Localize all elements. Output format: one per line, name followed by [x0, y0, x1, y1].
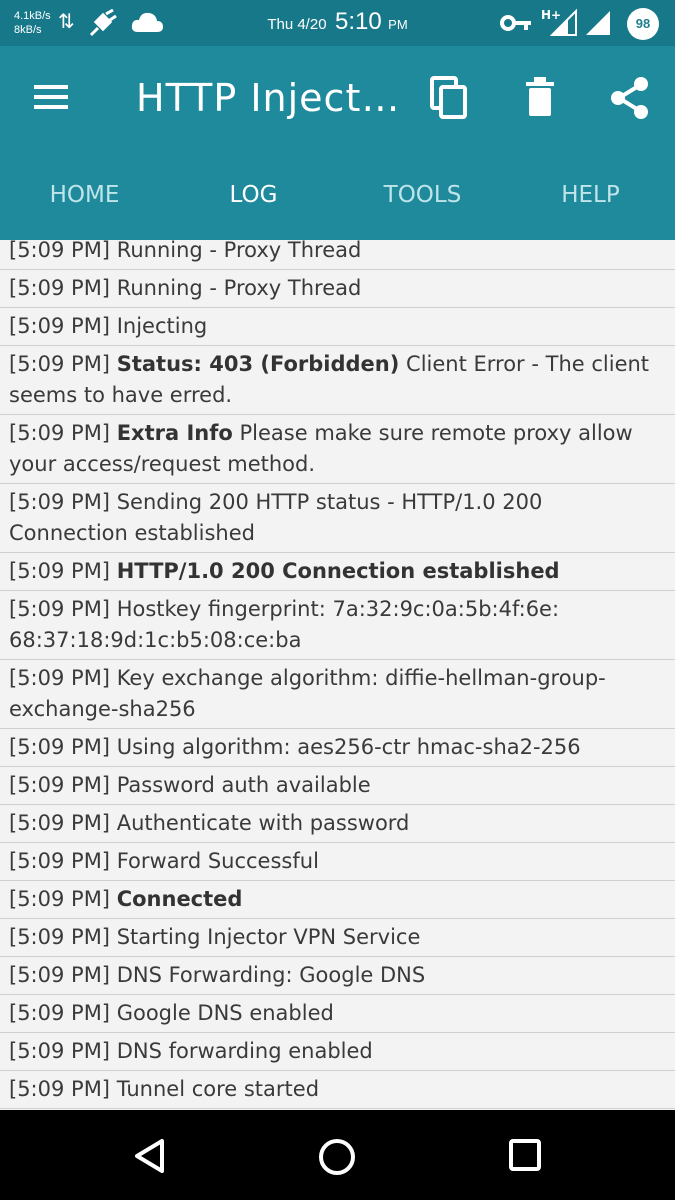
log-entry: [5:09 PM] Sending 200 HTTP status - HTTP…: [0, 484, 675, 553]
log-message: DNS forwarding enabled: [116, 1039, 373, 1063]
log-entry: [5:09 PM] Authenticate with password: [0, 805, 675, 843]
log-message: Password auth available: [116, 773, 371, 797]
log-timestamp: [5:09 PM]: [9, 849, 111, 873]
home-icon[interactable]: [316, 1136, 358, 1178]
share-icon[interactable]: [608, 76, 652, 120]
tab-home[interactable]: HOME: [0, 166, 169, 240]
status-date: Thu 4/20: [267, 16, 327, 33]
recents-icon[interactable]: [506, 1136, 544, 1174]
tab-help[interactable]: HELP: [506, 166, 675, 240]
status-time: 5:10: [335, 8, 382, 35]
log-message: Authenticate with password: [116, 811, 410, 835]
log-entry: [5:09 PM] Injecting: [0, 308, 675, 346]
log-list[interactable]: [5:09 PM] Running - Proxy Thread [5:09 PM…: [0, 240, 675, 1110]
log-timestamp: [5:09 PM]: [9, 276, 111, 300]
log-entry: [5:09 PM] DNS forwarding enabled: [0, 1033, 675, 1071]
log-emphasis: Connected: [116, 887, 243, 911]
log-entry: [5:09 PM] Hostkey fingerprint: 7a:32:9c:…: [0, 591, 675, 660]
log-entry: [5:09 PM] HTTP/1.0 200 Connection establ…: [0, 553, 675, 591]
log-entry: [5:09 PM] Google DNS enabled: [0, 995, 675, 1033]
log-entry: [5:09 PM] Forward Successful: [0, 843, 675, 881]
log-entry: [5:09 PM] Running - Proxy Thread: [0, 270, 675, 308]
log-entry: [5:09 PM] DNS Forwarding: Google DNS: [0, 957, 675, 995]
log-timestamp: [5:09 PM]: [9, 1077, 111, 1101]
app-title: HTTP Inject…: [136, 76, 396, 120]
log-timestamp: [5:09 PM]: [9, 735, 111, 759]
log-timestamp: [5:09 PM]: [9, 773, 111, 797]
log-timestamp: [5:09 PM]: [9, 1001, 111, 1025]
key-icon: [500, 15, 531, 31]
log-message: DNS Forwarding: Google DNS: [116, 963, 426, 987]
log-message: Running - Proxy Thread: [116, 276, 362, 300]
delete-icon[interactable]: [524, 76, 556, 120]
copy-icon[interactable]: [428, 76, 470, 120]
back-icon[interactable]: [130, 1136, 170, 1176]
log-timestamp: [5:09 PM]: [9, 421, 111, 445]
log-timestamp: [5:09 PM]: [9, 240, 111, 262]
signal-icon: [586, 11, 610, 35]
log-emphasis: HTTP/1.0 200 Connection established: [116, 559, 560, 583]
log-message: Tunnel core started: [116, 1077, 320, 1101]
log-emphasis: Status: 403 (Forbidden): [116, 352, 400, 376]
log-timestamp: [5:09 PM]: [9, 314, 111, 338]
log-message: Using algorithm: aes256-ctr hmac-sha2-25…: [116, 735, 581, 759]
status-ampm: PM: [388, 17, 408, 32]
log-timestamp: [5:09 PM]: [9, 1039, 111, 1063]
signal-icon: [550, 8, 577, 36]
log-entry: [5:09 PM] Tunnel core started: [0, 1071, 675, 1109]
log-message: Injecting: [116, 314, 208, 338]
log-timestamp: [5:09 PM]: [9, 887, 111, 911]
log-entry: [5:09 PM] Running - Proxy Thread: [0, 240, 675, 270]
app-bar: HTTP Inject… HOME LOG TOOLS HELP: [0, 46, 675, 240]
log-timestamp: [5:09 PM]: [9, 559, 111, 583]
tab-bar: HOME LOG TOOLS HELP: [0, 166, 675, 240]
log-timestamp: [5:09 PM]: [9, 925, 111, 949]
log-emphasis: Extra Info: [116, 421, 233, 445]
log-entry: [5:09 PM] Key exchange algorithm: diffie…: [0, 660, 675, 729]
log-timestamp: [5:09 PM]: [9, 352, 111, 376]
log-timestamp: [5:09 PM]: [9, 597, 111, 621]
tab-tools[interactable]: TOOLS: [338, 166, 507, 240]
menu-icon[interactable]: [34, 82, 72, 112]
log-timestamp: [5:09 PM]: [9, 490, 111, 514]
log-entry: [5:09 PM] Starting Injector VPN Service: [0, 919, 675, 957]
log-entry: [5:09 PM] Extra Info Please make sure re…: [0, 415, 675, 484]
log-entry: [5:09 PM] Password auth available: [0, 767, 675, 805]
log-message: Google DNS enabled: [116, 1001, 334, 1025]
log-timestamp: [5:09 PM]: [9, 811, 111, 835]
log-timestamp: [5:09 PM]: [9, 666, 111, 690]
log-message: Running - Proxy Thread: [116, 240, 362, 262]
tab-log[interactable]: LOG: [169, 166, 338, 240]
status-bar: 4.1kB/s 8kB/s ⇅ Thu 4/20 5:10 PM H+ 98: [0, 0, 675, 46]
navigation-bar: [0, 1110, 675, 1200]
log-entry: [5:09 PM] Status: 403 (Forbidden) Client…: [0, 346, 675, 415]
battery-icon: 98: [627, 8, 659, 40]
log-message: Forward Successful: [116, 849, 319, 873]
log-message: Starting Injector VPN Service: [116, 925, 421, 949]
log-timestamp: [5:09 PM]: [9, 963, 111, 987]
log-entry: [5:09 PM] Using algorithm: aes256-ctr hm…: [0, 729, 675, 767]
log-entry: [5:09 PM] Connected: [0, 881, 675, 919]
